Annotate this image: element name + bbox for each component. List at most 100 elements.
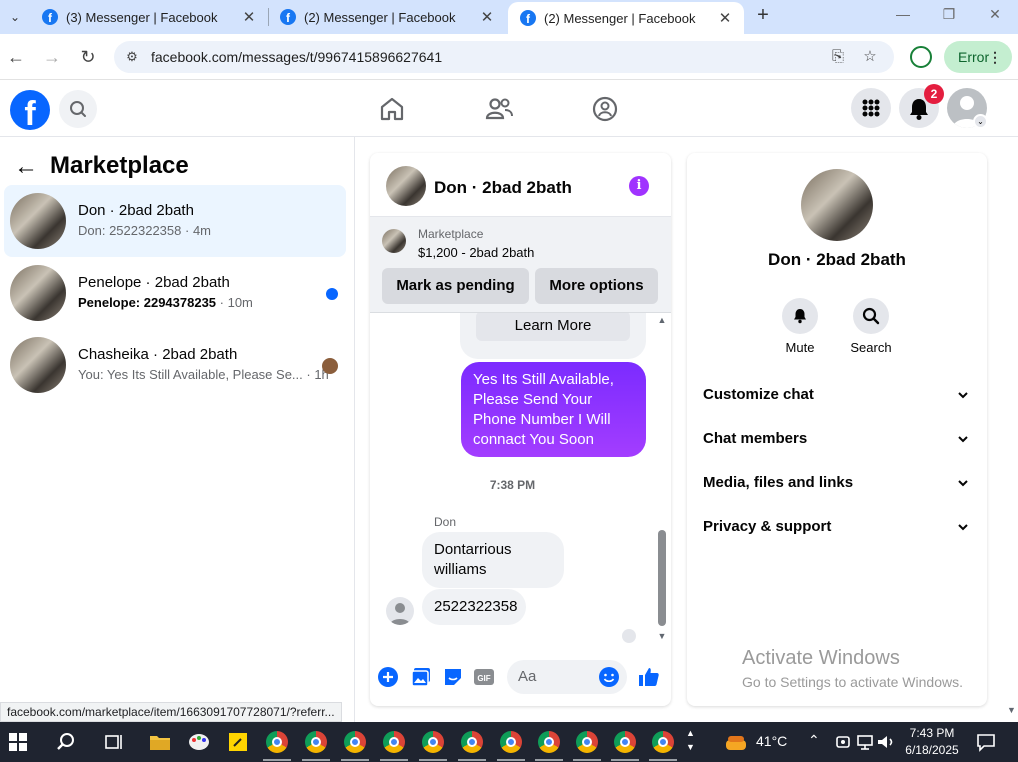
watermark-subtitle: Go to Settings to activate Windows. xyxy=(742,674,963,690)
message-scrollbar[interactable]: ▲ ▼ xyxy=(655,313,669,645)
running-app-indicator xyxy=(341,759,369,761)
browser-menu-icon[interactable]: ⋮ xyxy=(988,41,1002,73)
chrome-taskbar-icon[interactable] xyxy=(344,731,366,753)
close-window-button[interactable]: ✕ xyxy=(972,0,1018,30)
browser-profile-icon[interactable] xyxy=(910,46,932,68)
chrome-taskbar-icon[interactable] xyxy=(500,731,522,753)
sidebar-title: Marketplace xyxy=(50,152,189,179)
facebook-logo-icon[interactable]: f xyxy=(10,90,50,130)
conversation-item-don[interactable]: Don · 2bad 2bath Don: 2522322358 · 4m xyxy=(4,185,346,257)
minimize-window-button[interactable]: — xyxy=(880,0,926,30)
chrome-taskbar-icon[interactable] xyxy=(461,731,483,753)
message-list: Learn More Yes Its Still Available, Plea… xyxy=(370,313,671,645)
mark-as-pending-button[interactable]: Mark as pending xyxy=(382,268,529,304)
conversation-name: Penelope · 2bad 2bath xyxy=(78,274,230,291)
forward-button[interactable]: → xyxy=(40,45,64,69)
learn-more-button[interactable]: Learn More xyxy=(476,313,630,341)
chevron-down-icon xyxy=(958,524,968,531)
volume-icon[interactable] xyxy=(874,730,898,754)
close-tab-icon[interactable]: ✕ xyxy=(716,9,734,27)
chat-members-section[interactable]: Chat members xyxy=(703,421,973,457)
chrome-taskbar-icon[interactable] xyxy=(538,731,560,753)
section-label: Chat members xyxy=(703,430,808,447)
page-scroll-down-arrow-icon[interactable]: ▼ xyxy=(1007,705,1016,715)
url-text[interactable]: facebook.com/messages/t/9967415896627641 xyxy=(151,49,442,65)
conversation-title[interactable]: Don · 2bad 2bath xyxy=(434,178,572,198)
sender-avatar[interactable] xyxy=(386,597,414,625)
groups-icon[interactable] xyxy=(590,94,620,124)
back-arrow-icon[interactable]: ← xyxy=(14,153,38,181)
notification-center-icon[interactable] xyxy=(974,730,998,754)
browser-tab-1[interactable]: f (3) Messenger | Facebook ✕ xyxy=(30,0,268,34)
address-bar[interactable]: ⚙ facebook.com/messages/t/99674158966276… xyxy=(114,41,894,73)
tray-overflow-chevron-icon[interactable]: ⌃ xyxy=(808,732,820,749)
chrome-taskbar-icon[interactable] xyxy=(652,731,674,753)
friends-icon[interactable] xyxy=(484,94,514,124)
chrome-taskbar-icon[interactable] xyxy=(383,731,405,753)
outgoing-message-bubble[interactable]: Yes Its Still Available, Please Send You… xyxy=(461,362,646,457)
clock-time[interactable]: 7:43 PM xyxy=(900,726,964,740)
chrome-taskbar-icon[interactable] xyxy=(305,731,327,753)
file-explorer-icon[interactable] xyxy=(148,730,172,754)
taskbar-overflow-arrows-icon[interactable]: ▲ ▼ xyxy=(686,726,695,754)
back-button[interactable]: ← xyxy=(4,45,28,69)
chrome-taskbar-icon[interactable] xyxy=(614,731,636,753)
search-in-conversation-button[interactable]: Search xyxy=(841,298,901,355)
conversation-info-icon[interactable]: i xyxy=(629,176,649,196)
conversation-item-chasheika[interactable]: Chasheika · 2bad 2bath You: Yes Its Stil… xyxy=(4,329,346,401)
task-view-icon[interactable] xyxy=(102,730,126,754)
listing-thumbnail[interactable] xyxy=(382,229,406,253)
new-tab-button[interactable]: + xyxy=(752,4,774,26)
scroll-up-arrow-icon[interactable]: ▲ xyxy=(655,315,669,325)
browser-tab-3-active[interactable]: f (2) Messenger | Facebook ✕ xyxy=(508,2,744,34)
home-icon[interactable] xyxy=(377,94,407,124)
details-title: Don · 2bad 2bath xyxy=(768,250,906,269)
chrome-taskbar-icon[interactable] xyxy=(422,731,444,753)
message-timestamp: 7:38 PM xyxy=(489,478,536,492)
plus-circle-icon[interactable] xyxy=(377,666,399,688)
clock-date[interactable]: 6/18/2025 xyxy=(900,743,964,757)
site-settings-icon[interactable]: ⚙ xyxy=(122,47,142,67)
close-tab-icon[interactable]: ✕ xyxy=(478,8,496,26)
install-app-icon[interactable]: ⎘ xyxy=(828,47,848,67)
sticker-icon[interactable] xyxy=(442,666,464,688)
profile-error-button[interactable]: Error ⋮ xyxy=(944,41,1012,73)
customize-chat-section[interactable]: Customize chat xyxy=(703,377,973,413)
gif-icon[interactable]: GIF xyxy=(473,666,495,688)
close-tab-icon[interactable]: ✕ xyxy=(240,8,258,26)
reload-button[interactable]: ↻ xyxy=(76,45,100,69)
incoming-message-bubble[interactable]: Dontarrious williams xyxy=(422,532,564,588)
taskbar-search-icon[interactable] xyxy=(54,730,78,754)
weather-icon[interactable] xyxy=(724,730,748,754)
page-scrollbar[interactable]: ▼ xyxy=(1004,137,1018,722)
listing-price-title[interactable]: $1,200 - 2bad 2bath xyxy=(418,245,534,260)
mute-button[interactable]: Mute xyxy=(770,298,830,355)
paint-app-icon[interactable] xyxy=(187,730,211,754)
temperature-label[interactable]: 41°C xyxy=(756,733,787,749)
browser-tab-2[interactable]: f (2) Messenger | Facebook ✕ xyxy=(268,0,506,34)
menu-button[interactable] xyxy=(851,88,891,128)
conversation-item-penelope[interactable]: Penelope · 2bad 2bath Penelope: 22943782… xyxy=(4,257,346,329)
media-files-links-section[interactable]: Media, files and links xyxy=(703,465,973,501)
windows-start-icon[interactable] xyxy=(6,730,30,754)
bookmark-star-icon[interactable]: ☆ xyxy=(860,47,880,67)
more-options-button[interactable]: More options xyxy=(535,268,658,304)
emoji-icon[interactable] xyxy=(598,666,620,688)
conversation-avatar[interactable] xyxy=(386,166,426,206)
restore-window-button[interactable]: ❐ xyxy=(926,0,972,30)
conversation-name: Chasheika · 2bad 2bath xyxy=(78,346,238,363)
scrollbar-thumb[interactable] xyxy=(658,530,666,626)
chrome-taskbar-icon[interactable] xyxy=(266,731,288,753)
tab-search-chevron-icon[interactable]: ⌄ xyxy=(4,6,26,28)
scroll-down-arrow-icon[interactable]: ▼ xyxy=(655,631,669,641)
search-button[interactable] xyxy=(59,90,97,128)
chrome-taskbar-icon[interactable] xyxy=(576,731,598,753)
thumbs-up-icon[interactable] xyxy=(638,666,660,688)
account-chevron-icon[interactable]: ⌄ xyxy=(973,114,988,129)
profile-photo[interactable] xyxy=(801,169,873,241)
privacy-support-section[interactable]: Privacy & support xyxy=(703,509,973,545)
incoming-message-bubble[interactable]: 2522322358 xyxy=(422,589,526,625)
browser-toolbar: ← → ↻ ⚙ facebook.com/messages/t/99674158… xyxy=(0,34,1018,80)
photo-gallery-icon[interactable] xyxy=(410,666,432,688)
sticky-notes-icon[interactable] xyxy=(226,730,250,754)
